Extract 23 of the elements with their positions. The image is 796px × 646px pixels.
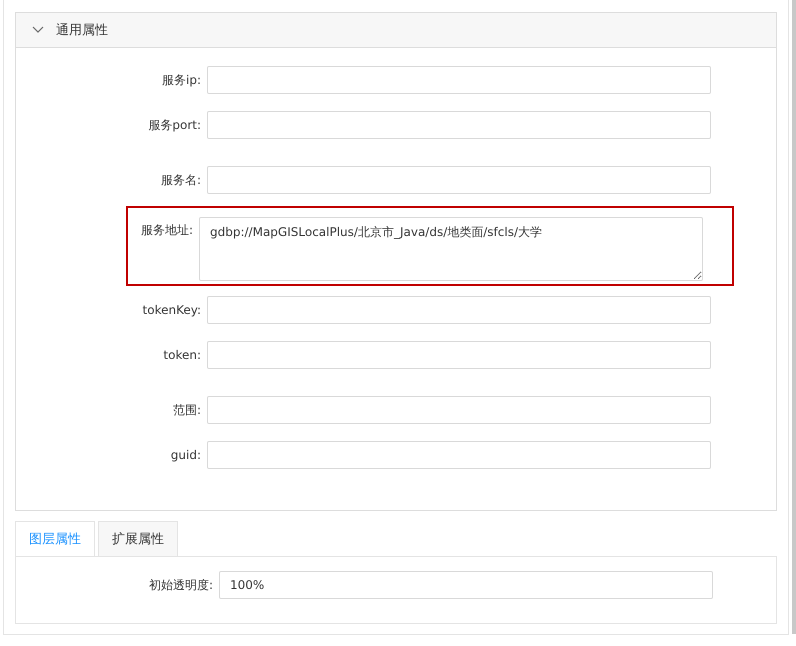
tab[interactable]: 扩展属性 xyxy=(98,521,178,556)
field-label: 服务地址: xyxy=(140,222,194,239)
section-title: 通用属性 xyxy=(56,22,108,39)
field-label: 服务名: xyxy=(160,172,202,189)
input-field[interactable] xyxy=(207,166,711,194)
field-label: 初始透明度: xyxy=(148,576,214,594)
field-label: 范围: xyxy=(172,402,202,419)
field-label: 服务ip: xyxy=(161,72,202,89)
input-field[interactable] xyxy=(207,341,711,369)
textarea-field[interactable]: gdbp://MapGISLocalPlus/北京市_Java/ds/地类面/sfcls/大学 xyxy=(199,217,703,281)
field-label: 服务port: xyxy=(147,117,202,134)
input-field[interactable] xyxy=(207,296,711,324)
field-label: tokenKey: xyxy=(142,302,202,319)
field-label: guid: xyxy=(170,447,202,464)
input-field[interactable] xyxy=(207,441,711,469)
scrollbar[interactable] xyxy=(792,0,796,634)
section-header[interactable]: 通用属性 xyxy=(16,13,776,48)
input-field[interactable] xyxy=(207,111,711,139)
chevron-icon xyxy=(32,26,44,34)
input-field[interactable] xyxy=(207,396,711,424)
field-label: token: xyxy=(162,347,202,364)
input-field[interactable] xyxy=(207,66,711,94)
input-field[interactable]: 100% xyxy=(219,571,713,599)
